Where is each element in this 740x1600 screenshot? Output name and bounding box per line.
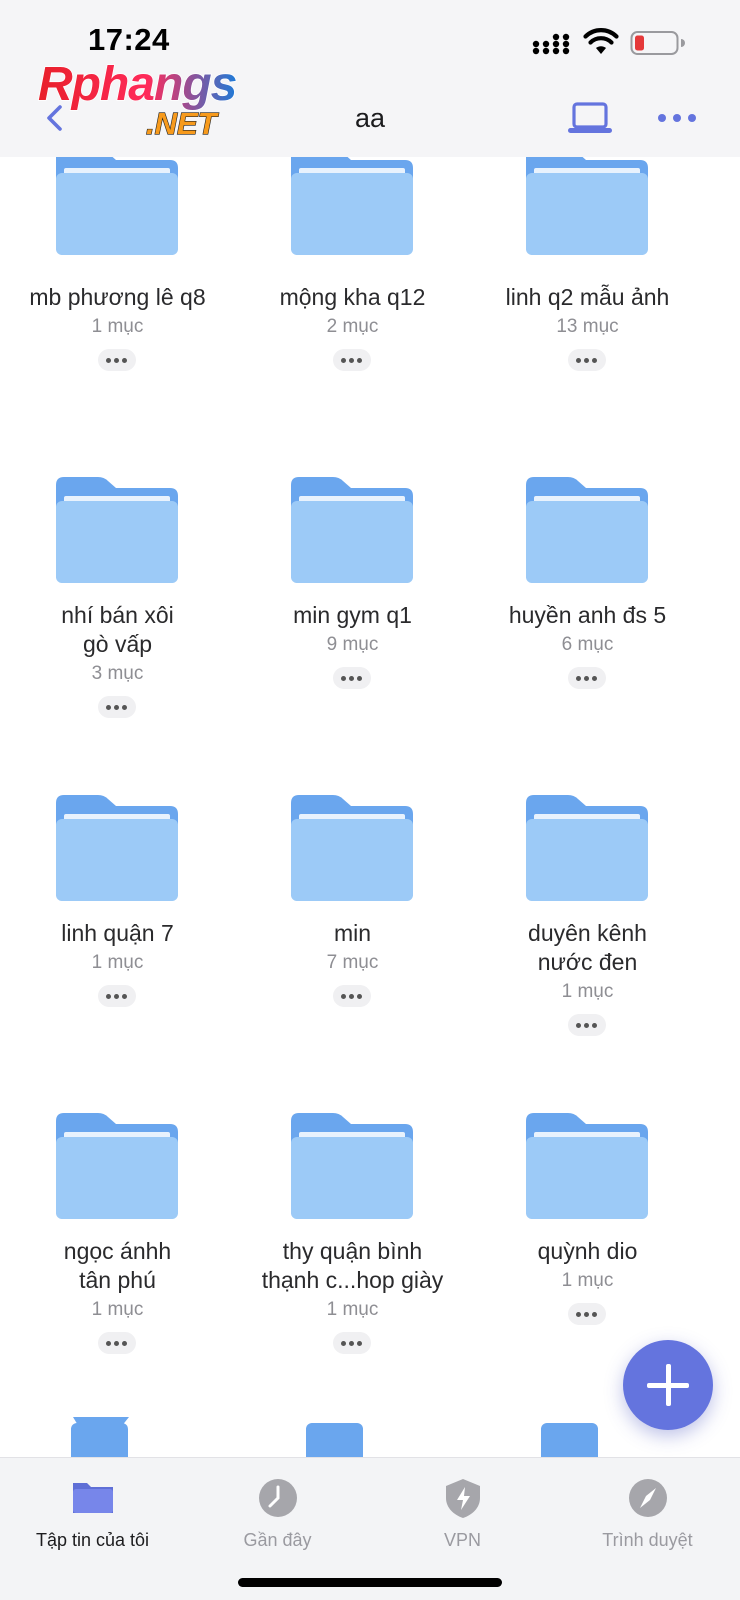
folder-name: min gym q1 (293, 602, 412, 628)
tab-browser[interactable]: Trình duyệt (555, 1470, 740, 1560)
folder-item-count: 1 mục (91, 316, 144, 337)
folder-item-count: 3 mục (91, 663, 144, 684)
svg-text:.NET: .NET (146, 106, 220, 140)
cellular-signal-icon (532, 33, 570, 55)
folder-name: ngọc ánhh tân phú (63, 1238, 172, 1293)
folder-name: huyền anh đs 5 (508, 602, 667, 628)
header: 17:24 Rphangs .NET aa (0, 0, 740, 157)
folder-item-count: 7 mục (326, 952, 379, 973)
folder-icon[interactable] (526, 793, 648, 903)
folder-item-count: 13 mục (556, 316, 619, 337)
folder-item-count: 1 mục (91, 1299, 144, 1320)
battery-icon (630, 31, 685, 55)
folder-more-button[interactable] (98, 985, 136, 1007)
back-icon[interactable] (40, 100, 70, 136)
folder-more-button[interactable] (568, 1014, 606, 1036)
shield-icon (446, 1479, 480, 1518)
tab-label: Trình duyệt (602, 1530, 693, 1550)
folder-more-button[interactable] (568, 349, 606, 371)
folder-item-count: 1 mục (561, 1270, 614, 1291)
folder-more-button[interactable] (98, 349, 136, 371)
status-time: 17:24 (88, 22, 170, 57)
folder-icon[interactable] (291, 793, 413, 903)
folder-icon[interactable] (291, 157, 413, 257)
folder-more-button[interactable] (568, 1303, 606, 1325)
compass-icon (629, 1479, 667, 1517)
tab-vpn[interactable]: VPN (370, 1470, 555, 1560)
folder-name: quỳnh dio (537, 1238, 638, 1264)
folder-icon[interactable] (526, 1111, 648, 1221)
folder-more-button[interactable] (568, 667, 606, 689)
folder-icon-partial (71, 1417, 129, 1457)
tab-my-files[interactable]: Tập tin của tôi (0, 1470, 185, 1560)
folder-name: nhí bán xôi gò vấp (61, 602, 174, 657)
folder-more-button[interactable] (98, 696, 136, 718)
folder-icon-partial (306, 1423, 363, 1457)
folder-name: min (333, 920, 372, 946)
laptop-icon[interactable] (566, 100, 614, 136)
folder-name: mb phương lê q8 (29, 284, 206, 310)
folder-grid[interactable]: mb phương lê q8 1 mục mộng kha q12 2 mục lin… (0, 157, 740, 1457)
folder-item-count: 1 mục (561, 981, 614, 1002)
tab-recent[interactable]: Gần đây (185, 1470, 370, 1560)
more-options-icon[interactable] (656, 103, 698, 133)
folder-name: linh q2 mẫu ảnh (505, 284, 670, 310)
folder-icon[interactable] (291, 1111, 413, 1221)
folder-name: duyên kênh nước đen (528, 920, 647, 975)
folder-more-button[interactable] (333, 667, 371, 689)
add-button[interactable] (623, 1340, 713, 1430)
folder-icon[interactable] (56, 475, 178, 585)
folder-name: linh quận 7 (61, 920, 174, 946)
folder-icon[interactable] (291, 475, 413, 585)
folder-icon[interactable] (526, 157, 648, 257)
tab-label: Tập tin của tôi (35, 1530, 150, 1550)
folder-item-count: 9 mục (326, 634, 379, 655)
folder-item-count: 1 mục (91, 952, 144, 973)
folder-icon (73, 1483, 113, 1513)
clock-icon (259, 1479, 297, 1517)
home-indicator (238, 1578, 502, 1587)
folder-more-button[interactable] (333, 349, 371, 371)
folder-icon[interactable] (56, 1111, 178, 1221)
folder-item-count: 2 mục (326, 316, 379, 337)
folder-more-button[interactable] (98, 1332, 136, 1354)
folder-item-count: 6 mục (561, 634, 614, 655)
tab-label: VPN (443, 1530, 481, 1550)
folder-icon[interactable] (56, 793, 178, 903)
folder-icon[interactable] (56, 157, 178, 257)
tab-label: Gần đây (243, 1530, 312, 1550)
folder-more-button[interactable] (333, 1332, 371, 1354)
folder-icon[interactable] (526, 475, 648, 585)
wifi-icon (583, 28, 619, 54)
folder-item-count: 1 mục (326, 1299, 379, 1320)
folder-more-button[interactable] (333, 985, 371, 1007)
folder-name: mộng kha q12 (279, 284, 426, 310)
folder-name: thy quận bình thạnh c...hop giày (261, 1238, 444, 1293)
